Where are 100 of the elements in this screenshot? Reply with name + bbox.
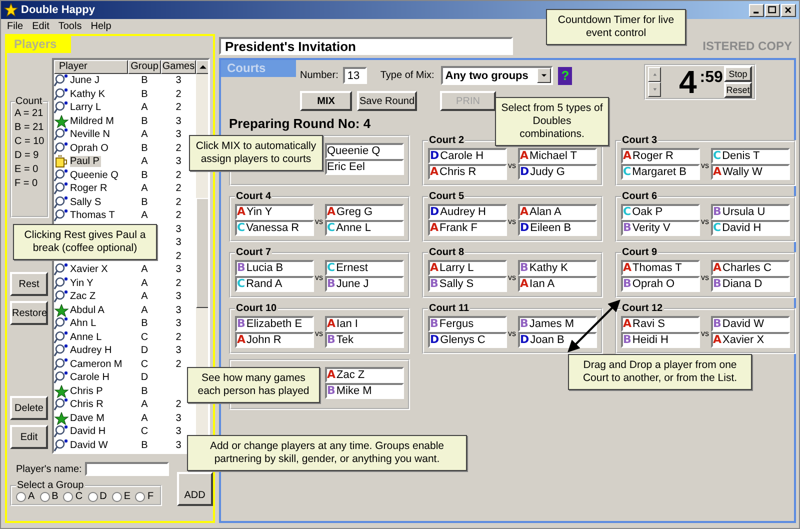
player-name[interactable]: Queenie Q xyxy=(70,170,120,181)
player-name[interactable]: Kathy K xyxy=(70,88,108,100)
player-slot[interactable]: BSally S xyxy=(428,276,507,292)
player-name[interactable]: Neville N xyxy=(70,129,112,140)
player-slot[interactable]: AYin Y xyxy=(235,204,314,220)
player-slot[interactable]: AJohn R xyxy=(235,332,314,348)
add-button[interactable]: ADD xyxy=(176,472,213,506)
player-name[interactable]: Mildred M xyxy=(70,116,116,127)
player-name[interactable]: Chris R xyxy=(70,399,106,410)
player-slot[interactable]: AChris R xyxy=(428,164,507,180)
timer-button[interactable]: Stop xyxy=(724,66,752,82)
menu-item[interactable]: File xyxy=(7,21,24,32)
side-button[interactable]: Delete xyxy=(10,396,48,420)
player-slot[interactable]: Queenie Q xyxy=(325,143,404,159)
player-name[interactable]: Chris P xyxy=(70,386,105,397)
player-slot[interactable]: D Eileen B xyxy=(518,220,597,236)
player-name[interactable]: Paul P xyxy=(70,156,102,168)
player-name[interactable]: Anne L xyxy=(70,332,104,343)
radio-button[interactable] xyxy=(40,492,50,502)
player-name[interactable]: Cameron M xyxy=(70,358,124,370)
player-slot[interactable]: Eric Eel xyxy=(325,159,404,175)
player-slot[interactable]: AXavier X xyxy=(711,332,790,348)
player-slot[interactable]: BKathy K xyxy=(518,260,597,276)
spin-down-icon[interactable] xyxy=(648,82,661,97)
player-slot[interactable]: BJames M xyxy=(518,316,597,332)
player-slot[interactable]: BOprah O xyxy=(621,276,700,292)
player-name[interactable]: David H xyxy=(70,426,108,438)
player-name[interactable]: Ahn L xyxy=(70,318,98,330)
player-slot[interactable]: AThomas T xyxy=(621,260,700,276)
toolbar-button[interactable]: Save Round xyxy=(357,91,417,111)
help-button[interactable]: ? xyxy=(558,66,572,84)
scrollbar-thumb[interactable] xyxy=(196,198,208,308)
mix-dropdown[interactable]: Any two groups xyxy=(441,66,554,85)
player-slot[interactable]: C Margaret B xyxy=(621,164,700,180)
player-slot[interactable]: AFrank F xyxy=(428,220,507,236)
player-slot[interactable]: AZac Z xyxy=(325,367,404,383)
player-slot[interactable]: DGlenys C xyxy=(428,332,507,348)
player-slot[interactable]: DCarole H xyxy=(428,148,507,164)
player-slot[interactable]: BUrsula U xyxy=(711,204,790,220)
player-name[interactable]: Xavier X xyxy=(70,264,110,276)
player-name[interactable]: Yin Y xyxy=(70,278,96,289)
player-slot[interactable]: BDavid W xyxy=(711,316,790,332)
player-slot[interactable]: CAnne L xyxy=(325,220,404,236)
player-name[interactable]: Carole H xyxy=(70,372,112,384)
number-field[interactable]: 13 xyxy=(343,67,368,84)
player-slot[interactable]: AGreg G xyxy=(325,204,404,220)
player-slot[interactable]: AAlan A xyxy=(518,204,597,220)
column-header[interactable]: Games xyxy=(161,60,196,74)
player-name[interactable]: Audrey H xyxy=(70,345,114,356)
timer-button[interactable]: Reset xyxy=(724,82,752,98)
player-slot[interactable]: AIan A xyxy=(518,276,597,292)
player-slot[interactable]: C Ernest xyxy=(325,260,404,276)
player-name[interactable]: Oprah O xyxy=(70,142,110,154)
player-slot[interactable]: BVerity V xyxy=(621,220,700,236)
player-slot[interactable]: ARavi S xyxy=(621,316,700,332)
player-name[interactable]: Abdul A xyxy=(70,304,106,316)
minimize-icon[interactable] xyxy=(749,4,764,16)
radio-button[interactable] xyxy=(63,492,74,502)
radio-button[interactable] xyxy=(88,492,98,502)
player-slot[interactable]: BElizabeth E xyxy=(235,316,314,332)
menu-item[interactable]: Edit xyxy=(32,21,50,32)
scroll-up-icon[interactable] xyxy=(196,60,208,74)
player-slot[interactable]: BJune J xyxy=(325,276,404,292)
player-name[interactable]: June J xyxy=(70,75,102,86)
player-slot[interactable]: ARoger R xyxy=(621,148,700,164)
toolbar-button[interactable]: MIX xyxy=(300,91,352,111)
player-name[interactable]: Thomas T xyxy=(70,210,117,222)
menu-item[interactable]: Tools xyxy=(58,21,82,32)
player-slot[interactable]: C Rand A xyxy=(235,276,314,292)
radio-button[interactable] xyxy=(135,492,146,502)
player-slot[interactable]: AMichael T xyxy=(518,148,597,164)
menu-item[interactable]: Help xyxy=(90,21,112,32)
player-slot[interactable]: ALarry L xyxy=(428,260,507,276)
player-slot[interactable]: C Denis T xyxy=(711,148,790,164)
player-slot[interactable]: BLucia B xyxy=(235,260,314,276)
event-title-field[interactable]: President's Invitation xyxy=(219,37,513,55)
side-button[interactable]: Edit xyxy=(10,425,48,449)
column-header[interactable]: Player xyxy=(54,60,128,74)
player-name[interactable]: Zac Z xyxy=(70,291,98,302)
player-slot[interactable]: DAudrey H xyxy=(428,204,507,220)
player-slot[interactable]: BDiana D xyxy=(711,276,790,292)
player-name[interactable]: Roger R xyxy=(70,183,110,194)
radio-button[interactable] xyxy=(112,492,122,502)
player-slot[interactable]: ACharles C xyxy=(711,260,790,276)
player-slot[interactable]: BFergus xyxy=(428,316,507,332)
player-slot[interactable]: BTek xyxy=(325,332,404,348)
name-field[interactable] xyxy=(84,462,169,476)
maximize-icon[interactable] xyxy=(765,4,780,16)
player-slot[interactable]: BHeidi H xyxy=(621,332,700,348)
player-slot[interactable]: AIan I xyxy=(325,316,404,332)
player-slot[interactable]: BMike M xyxy=(325,383,404,399)
player-slot[interactable]: C David H xyxy=(711,220,790,236)
player-slot[interactable]: DJudy G xyxy=(518,164,597,180)
side-button[interactable]: Rest xyxy=(10,272,48,296)
column-header[interactable]: Group xyxy=(128,60,161,74)
player-name[interactable]: Sally S xyxy=(70,196,104,208)
player-name[interactable]: Dave M xyxy=(70,412,106,424)
close-icon[interactable] xyxy=(781,4,796,16)
player-slot[interactable]: AWally W xyxy=(711,164,790,180)
player-slot[interactable]: CVanessa R xyxy=(235,220,314,236)
